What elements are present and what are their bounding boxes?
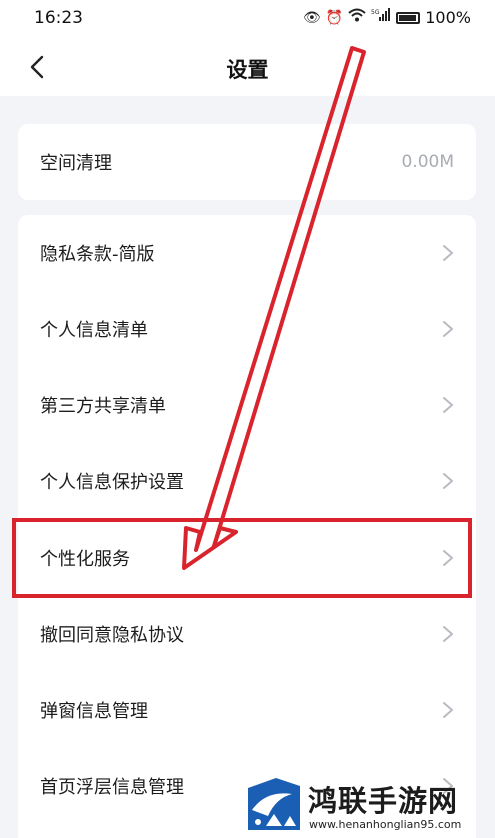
menu-item-label: 第三方共享清单: [40, 396, 166, 417]
storage-cleanup-value: 0.00M: [401, 152, 454, 172]
chevron-right-icon: [443, 626, 453, 642]
privacy-settings-card: 隐私条款-简版 个人信息清单 第三方共享清单 个人信息保护设置 个性化服务 撤回…: [18, 215, 476, 838]
alarm-icon: ⏰: [325, 9, 344, 26]
menu-item-popup-info[interactable]: 弹窗信息管理: [18, 672, 476, 748]
menu-item-label: 隐私条款-简版: [40, 244, 155, 265]
menu-item-label: 个性化服务: [40, 549, 130, 570]
menu-item-label: 个人信息清单: [40, 320, 148, 341]
chevron-right-icon: [443, 321, 453, 337]
chevron-right-icon: [443, 550, 453, 566]
battery-level: 100%: [425, 8, 471, 27]
menu-item-personal-info-protection[interactable]: 个人信息保护设置: [18, 443, 476, 519]
eye-icon: 👁: [303, 9, 321, 26]
status-bar: 16:23 👁 ⏰ 5G 100%: [0, 0, 495, 38]
menu-item-personal-info-list[interactable]: 个人信息清单: [18, 291, 476, 367]
navigation-bar: 设置: [0, 38, 495, 96]
menu-item-label: 首页浮层信息管理: [40, 777, 184, 798]
menu-item-revoke-consent[interactable]: 撤回同意隐私协议: [18, 596, 476, 672]
menu-item-label: 撤回同意隐私协议: [40, 625, 184, 646]
signal-icon: 5G: [371, 8, 391, 27]
menu-item-personalized-service[interactable]: 个性化服务: [18, 520, 476, 596]
chevron-right-icon: [443, 778, 453, 794]
chevron-right-icon: [443, 245, 453, 261]
status-icons: 👁 ⏰ 5G 100%: [303, 8, 471, 27]
status-time: 16:23: [34, 8, 83, 28]
storage-cleanup-row[interactable]: 空间清理 0.00M: [18, 124, 476, 200]
menu-item-label: 弹窗信息管理: [40, 701, 148, 722]
signal-label: 5G: [371, 9, 380, 16]
chevron-right-icon: [443, 702, 453, 718]
menu-item-privacy-terms[interactable]: 隐私条款-简版: [18, 215, 476, 291]
storage-card: 空间清理 0.00M: [18, 124, 476, 200]
menu-item-label: 个人信息保护设置: [40, 472, 184, 493]
menu-item-third-party-sharing[interactable]: 第三方共享清单: [18, 367, 476, 443]
battery-icon: [396, 11, 421, 24]
chevron-right-icon: [443, 473, 453, 489]
page-title: 设置: [226, 58, 269, 82]
menu-item-homepage-overlay[interactable]: 首页浮层信息管理: [18, 748, 476, 824]
storage-cleanup-label: 空间清理: [40, 153, 112, 174]
chevron-right-icon: [443, 397, 453, 413]
wifi-icon: [348, 8, 366, 27]
